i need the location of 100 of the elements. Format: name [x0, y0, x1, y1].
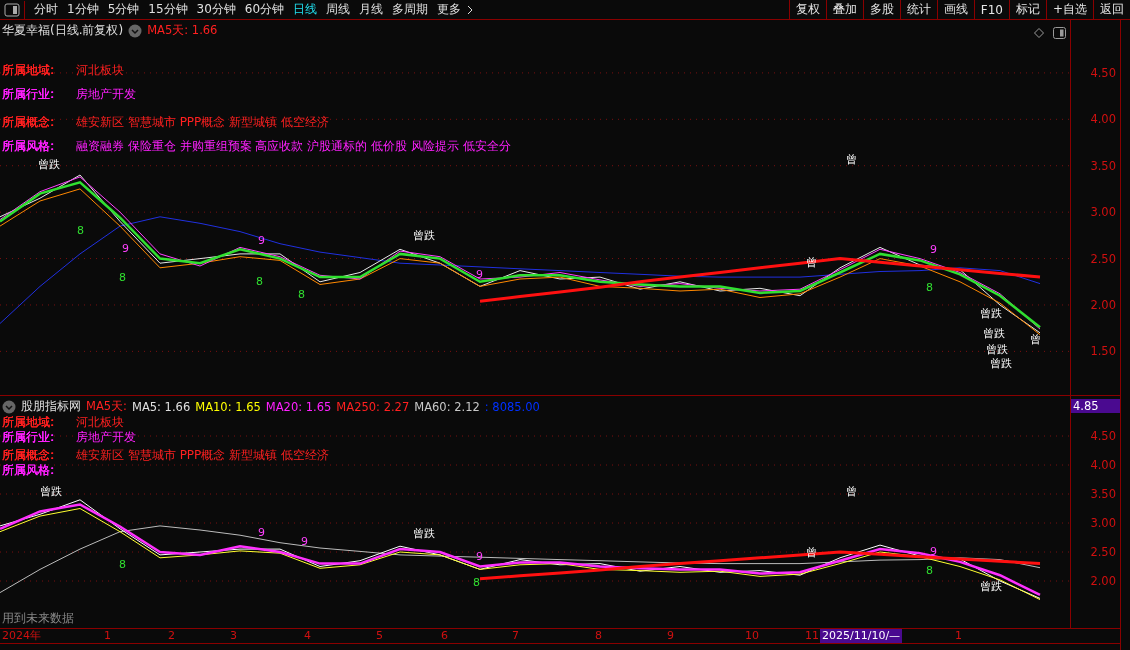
period-tab[interactable]: 周线: [326, 1, 351, 18]
toolbar-button[interactable]: 复权: [788, 0, 826, 19]
toolbar-button[interactable]: 画线: [936, 0, 974, 19]
axis-label: 4.00: [1090, 458, 1116, 472]
chart-marker: 8: [298, 289, 305, 300]
info-value: 房地产开发: [76, 86, 136, 103]
date-label: 1: [104, 629, 111, 643]
date-label: 2025/11/10/—: [820, 629, 903, 643]
info-label: 所属行业:: [2, 86, 55, 103]
info-value: 雄安新区 智慧城市 PPP概念 新型城镇 低空经济: [76, 114, 329, 131]
legend-value: MA5天: 1.66: [147, 23, 218, 38]
legend-value: MA5天:: [86, 399, 127, 414]
period-tab[interactable]: 分时: [34, 1, 58, 18]
toolbar-button[interactable]: 标记: [1008, 0, 1046, 19]
date-label: 10: [745, 629, 759, 643]
chart-marker: 曾跌: [413, 230, 435, 241]
date-label: 2024年: [2, 629, 41, 643]
date-label: 6: [441, 629, 448, 643]
axis-label: 1.50: [1090, 344, 1116, 359]
chart-marker: 8: [256, 276, 263, 287]
chart-marker: 8: [119, 272, 126, 283]
info-value: 融资融券 保险重仓 并购重组预案 高应收款 沪股通标的 低价股 风险提示 低安全分: [76, 138, 511, 155]
chart-marker: 曾跌: [990, 358, 1012, 369]
chevron-down-icon[interactable]: [128, 23, 143, 38]
chart-marker: 8: [926, 282, 933, 293]
chart-title: 股朋指标网: [21, 398, 81, 415]
info-value: 雄安新区 智慧城市 PPP概念 新型城镇 低空经济: [76, 447, 329, 464]
chart-marker: 9: [930, 244, 937, 255]
panel-toggle-icon[interactable]: [1053, 27, 1066, 39]
chart-marker: 曾跌: [980, 308, 1002, 319]
chart-marker: 9: [930, 546, 937, 557]
chart-marker: 曾跌: [983, 328, 1005, 339]
axis-label: 4.50: [1090, 429, 1116, 443]
chart-marker: 8: [926, 565, 933, 576]
toolbar-button[interactable]: 多股: [862, 0, 900, 19]
chart-title: 华夏幸福(日线.前复权): [2, 22, 124, 39]
chart-marker: 曾跌: [986, 344, 1008, 355]
period-tab[interactable]: 1分钟: [67, 1, 99, 18]
chart-marker: 8: [77, 225, 84, 236]
toolbar-button[interactable]: 返回: [1093, 0, 1130, 19]
toolbar-button[interactable]: 统计: [899, 0, 937, 19]
axis-label: 4.50: [1090, 65, 1116, 80]
chart-marker: 曾: [846, 154, 857, 165]
date-label: 1: [955, 629, 962, 643]
axis-label: 3.00: [1090, 205, 1116, 220]
toolbar-button[interactable]: +自选: [1045, 0, 1093, 19]
axis-label: 4.00: [1090, 112, 1116, 127]
chart-marker: 9: [122, 243, 129, 254]
axis-label: 2.00: [1090, 574, 1116, 588]
chevron-down-icon[interactable]: [2, 399, 16, 414]
legend-value: MA60: 2.12: [414, 399, 480, 414]
axis-label: 3.00: [1090, 516, 1116, 530]
info-label: 所属概念:: [2, 114, 55, 131]
info-value: 河北板块: [76, 414, 124, 431]
axis-label: 2.50: [1090, 251, 1116, 266]
date-label: 4: [304, 629, 311, 643]
chart-marker: 曾: [1030, 334, 1041, 345]
diamond-icon[interactable]: [1034, 28, 1044, 38]
chart-marker: 曾: [806, 257, 817, 268]
chart-marker: 曾跌: [980, 581, 1002, 592]
legend-value: : 8085.00: [484, 399, 540, 414]
period-tab[interactable]: 月线: [359, 1, 384, 18]
chart-marker: 9: [476, 269, 483, 280]
legend-value: MA5: 1.66: [132, 399, 191, 414]
info-label: 所属风格:: [2, 462, 55, 479]
current-price-label: 4.85: [1071, 399, 1120, 413]
toolbar-button[interactable]: 叠加: [825, 0, 863, 19]
info-label: 所属行业:: [2, 429, 55, 446]
warning-note: 用到未来数据: [2, 611, 74, 626]
chart-marker: 曾: [846, 486, 857, 497]
legend-value: MA10: 1.65: [195, 399, 261, 414]
chart-marker: 8: [473, 577, 480, 588]
axis-label: 2.00: [1090, 297, 1116, 312]
info-value: 房地产开发: [76, 429, 136, 446]
period-tab[interactable]: 15分钟: [148, 1, 188, 18]
chart-marker: 9: [258, 527, 265, 538]
chart-marker: 曾跌: [38, 159, 60, 170]
info-label: 所属概念:: [2, 447, 55, 464]
chevron-right-icon: [467, 4, 474, 15]
date-label: 3: [230, 629, 237, 643]
legend-value: MA20: 1.65: [265, 399, 332, 414]
chart-marker: 8: [119, 559, 126, 570]
date-label: 9: [667, 629, 674, 643]
axis-label: 3.50: [1090, 487, 1116, 501]
period-tab[interactable]: 5分钟: [107, 1, 140, 18]
chart-marker: 9: [301, 536, 308, 547]
date-label: 2: [168, 629, 175, 643]
legend-value: MA250: 2.27: [336, 399, 410, 414]
axis-label: 2.50: [1090, 545, 1116, 559]
period-tab[interactable]: 60分钟: [244, 1, 285, 18]
period-tab[interactable]: 日线: [293, 1, 318, 18]
info-label: 所属地域:: [2, 414, 55, 431]
date-label: 8: [595, 629, 602, 643]
chart-marker: 9: [258, 235, 265, 246]
period-tab[interactable]: 多周期: [392, 1, 429, 18]
date-label: 5: [376, 629, 383, 643]
period-tab[interactable]: 更多: [437, 1, 474, 18]
toolbar-button[interactable]: F10: [973, 0, 1009, 19]
chart-marker: 曾: [806, 547, 817, 558]
period-tab[interactable]: 30分钟: [196, 1, 236, 18]
